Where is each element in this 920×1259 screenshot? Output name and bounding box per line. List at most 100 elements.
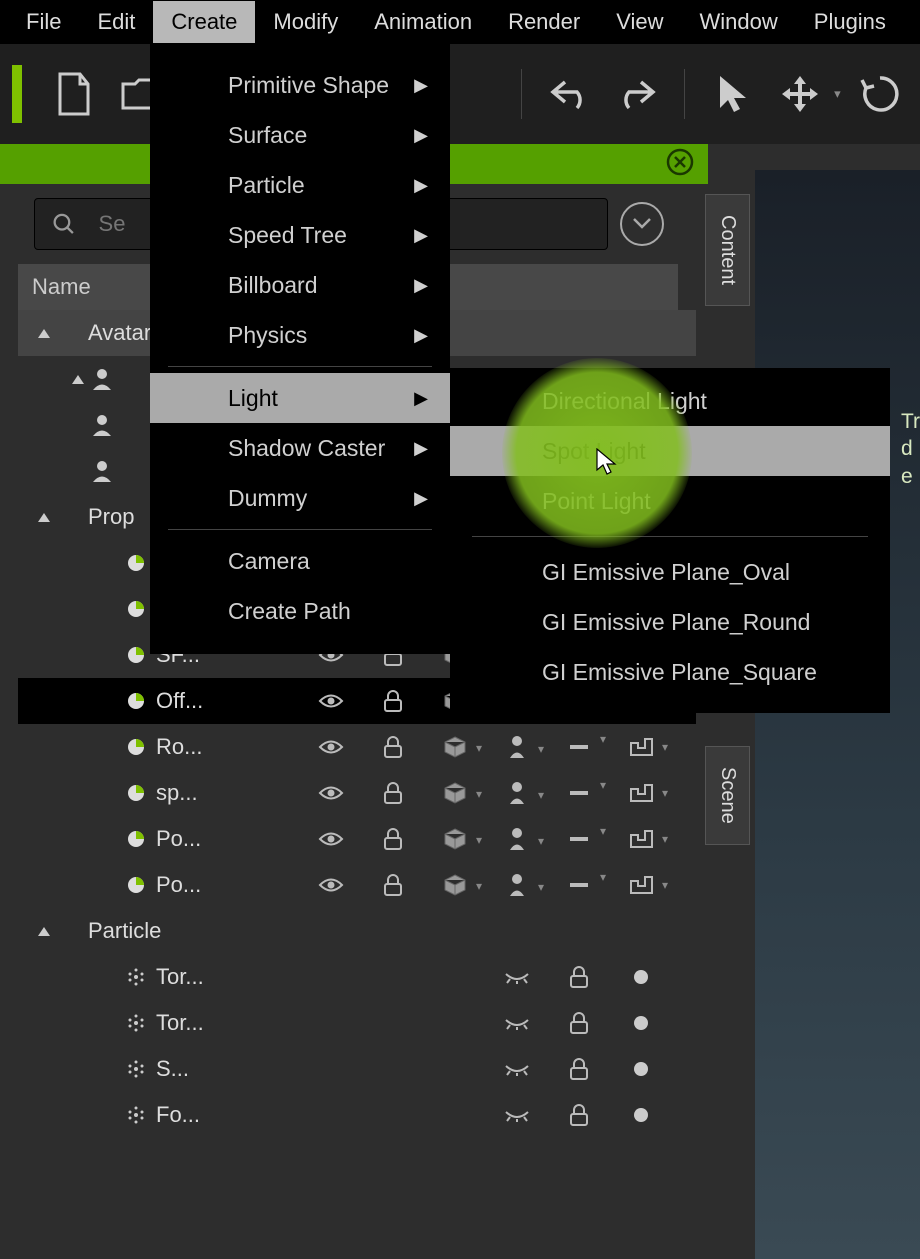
collision-icon[interactable]: ▾ [610, 828, 672, 850]
visibility-toggle-icon[interactable] [300, 738, 362, 756]
menu-item-dummy[interactable]: Dummy▶ [150, 473, 450, 523]
collision-icon[interactable]: ▾ [610, 874, 672, 896]
menubar-item-view[interactable]: View [598, 1, 681, 43]
menu-item-shadow-caster[interactable]: Shadow Caster▶ [150, 423, 450, 473]
viewport[interactable]: Tr d e [755, 170, 920, 1259]
lock-toggle-icon[interactable] [548, 965, 610, 989]
menubar-item-plugins[interactable]: Plugins [796, 1, 904, 43]
select-tool-button[interactable] [705, 66, 760, 122]
tab-content[interactable]: Content [705, 194, 750, 306]
menubar-item-file[interactable]: File [8, 1, 79, 43]
menubar-item-render[interactable]: Render [490, 1, 598, 43]
collision-icon[interactable]: ▾ [610, 736, 672, 758]
light-submenu[interactable]: Directional LightSpot LightPoint Light GI… [450, 368, 890, 713]
tree-row-label: Po... [150, 872, 212, 898]
lock-toggle-icon[interactable] [548, 1103, 610, 1127]
search-icon [51, 210, 77, 238]
menu-item-light[interactable]: Light▶ [150, 373, 450, 423]
menubar-item-modify[interactable]: Modify [255, 1, 356, 43]
actor-icon[interactable]: ▾ [486, 780, 548, 806]
tree-row-label: sp... [150, 780, 212, 806]
lock-toggle-icon[interactable] [548, 1057, 610, 1081]
lock-toggle-icon[interactable] [362, 735, 424, 759]
submenu-arrow-icon: ▶ [414, 125, 428, 146]
menu-item-label: Physics [228, 322, 307, 349]
expand-toggle-icon[interactable] [68, 373, 88, 385]
menu-item-physics[interactable]: Physics▶ [150, 310, 450, 360]
emitter-icon[interactable] [610, 1014, 672, 1032]
tree-row[interactable]: Po...▾▾▾▾ [18, 862, 696, 908]
person-icon [88, 459, 116, 483]
rotate-tool-button[interactable] [853, 66, 908, 122]
menu-item-particle[interactable]: Particle▶ [150, 160, 450, 210]
lock-toggle-icon[interactable] [362, 689, 424, 713]
menu-item-camera[interactable]: Camera [150, 536, 450, 586]
expand-toggle-icon[interactable] [34, 925, 54, 937]
menu-item-create-path[interactable]: Create Path [150, 586, 450, 636]
visibility-toggle-icon[interactable] [300, 830, 362, 848]
actor-icon[interactable]: ▾ [486, 872, 548, 898]
mesh-icon[interactable]: ▾ [424, 873, 486, 897]
menubar-item-edit[interactable]: Edit [79, 1, 153, 43]
menu-item-primitive-shape[interactable]: Primitive Shape▶ [150, 60, 450, 110]
mesh-icon[interactable]: ▾ [424, 781, 486, 805]
emitter-icon[interactable] [610, 1060, 672, 1078]
mesh-icon[interactable]: ▾ [424, 735, 486, 759]
actor-icon[interactable]: ▾ [486, 734, 548, 760]
lock-toggle-icon[interactable] [362, 781, 424, 805]
visibility-toggle-icon[interactable] [486, 1108, 548, 1122]
row-actions [486, 965, 696, 989]
actor-icon[interactable]: ▾ [486, 826, 548, 852]
menu-item-surface[interactable]: Surface▶ [150, 110, 450, 160]
menu-item-gi-emissive-plane-round[interactable]: GI Emissive Plane_Round [450, 597, 890, 647]
emitter-icon[interactable] [610, 968, 672, 986]
tree-row[interactable]: Fo... [18, 1092, 696, 1138]
move-tool-button[interactable] [773, 66, 828, 122]
menubar-item-animation[interactable]: Animation [356, 1, 490, 43]
visibility-toggle-icon[interactable] [300, 876, 362, 894]
expand-toggle-icon[interactable] [34, 511, 54, 523]
undo-button[interactable] [542, 66, 597, 122]
filter-dropdown-button[interactable] [620, 202, 664, 246]
lock-toggle-icon[interactable] [362, 827, 424, 851]
menu-item-gi-emissive-plane-oval[interactable]: GI Emissive Plane_Oval [450, 547, 890, 597]
submenu-arrow-icon: ▶ [414, 488, 428, 509]
submenu-arrow-icon: ▶ [414, 75, 428, 96]
menu-item-spot-light[interactable]: Spot Light [450, 426, 890, 476]
visibility-toggle-icon[interactable] [486, 1062, 548, 1076]
link-icon[interactable]: ▾ [548, 790, 610, 796]
menu-item-speed-tree[interactable]: Speed Tree▶ [150, 210, 450, 260]
menu-item-gi-emissive-plane-square[interactable]: GI Emissive Plane_Square [450, 647, 890, 697]
redo-button[interactable] [609, 66, 664, 122]
menubar-item-window[interactable]: Window [682, 1, 796, 43]
create-menu[interactable]: Primitive Shape▶Surface▶Particle▶Speed T… [150, 44, 450, 654]
menu-item-billboard[interactable]: Billboard▶ [150, 260, 450, 310]
visibility-toggle-icon[interactable] [486, 970, 548, 984]
link-icon[interactable]: ▾ [548, 836, 610, 842]
link-icon[interactable]: ▾ [548, 882, 610, 888]
lock-toggle-icon[interactable] [362, 873, 424, 897]
collision-icon[interactable]: ▾ [610, 782, 672, 804]
menu-item-point-light[interactable]: Point Light [450, 476, 890, 526]
tree-row[interactable]: Tor... [18, 1000, 696, 1046]
visibility-toggle-icon[interactable] [300, 784, 362, 802]
tab-scene[interactable]: Scene [705, 746, 750, 845]
tree-row[interactable]: Tor... [18, 954, 696, 1000]
tree-row[interactable]: Po...▾▾▾▾ [18, 816, 696, 862]
tree-row[interactable]: S... [18, 1046, 696, 1092]
tree-row[interactable]: Ro...▾▾▾▾ [18, 724, 696, 770]
expand-toggle-icon[interactable] [34, 327, 54, 339]
visibility-toggle-icon[interactable] [486, 1016, 548, 1030]
close-icon[interactable] [666, 148, 694, 181]
tree-row[interactable]: Particle [18, 908, 696, 954]
visibility-toggle-icon[interactable] [300, 692, 362, 710]
menu-item-directional-light[interactable]: Directional Light [450, 376, 890, 426]
menubar-item-create[interactable]: Create [153, 1, 255, 43]
new-file-button[interactable] [46, 66, 101, 122]
lock-toggle-icon[interactable] [548, 1011, 610, 1035]
emitter-icon[interactable] [610, 1106, 672, 1124]
dropdown-icon[interactable]: ▾ [834, 86, 841, 102]
mesh-icon[interactable]: ▾ [424, 827, 486, 851]
tree-row[interactable]: sp...▾▾▾▾ [18, 770, 696, 816]
link-icon[interactable]: ▾ [548, 744, 610, 750]
